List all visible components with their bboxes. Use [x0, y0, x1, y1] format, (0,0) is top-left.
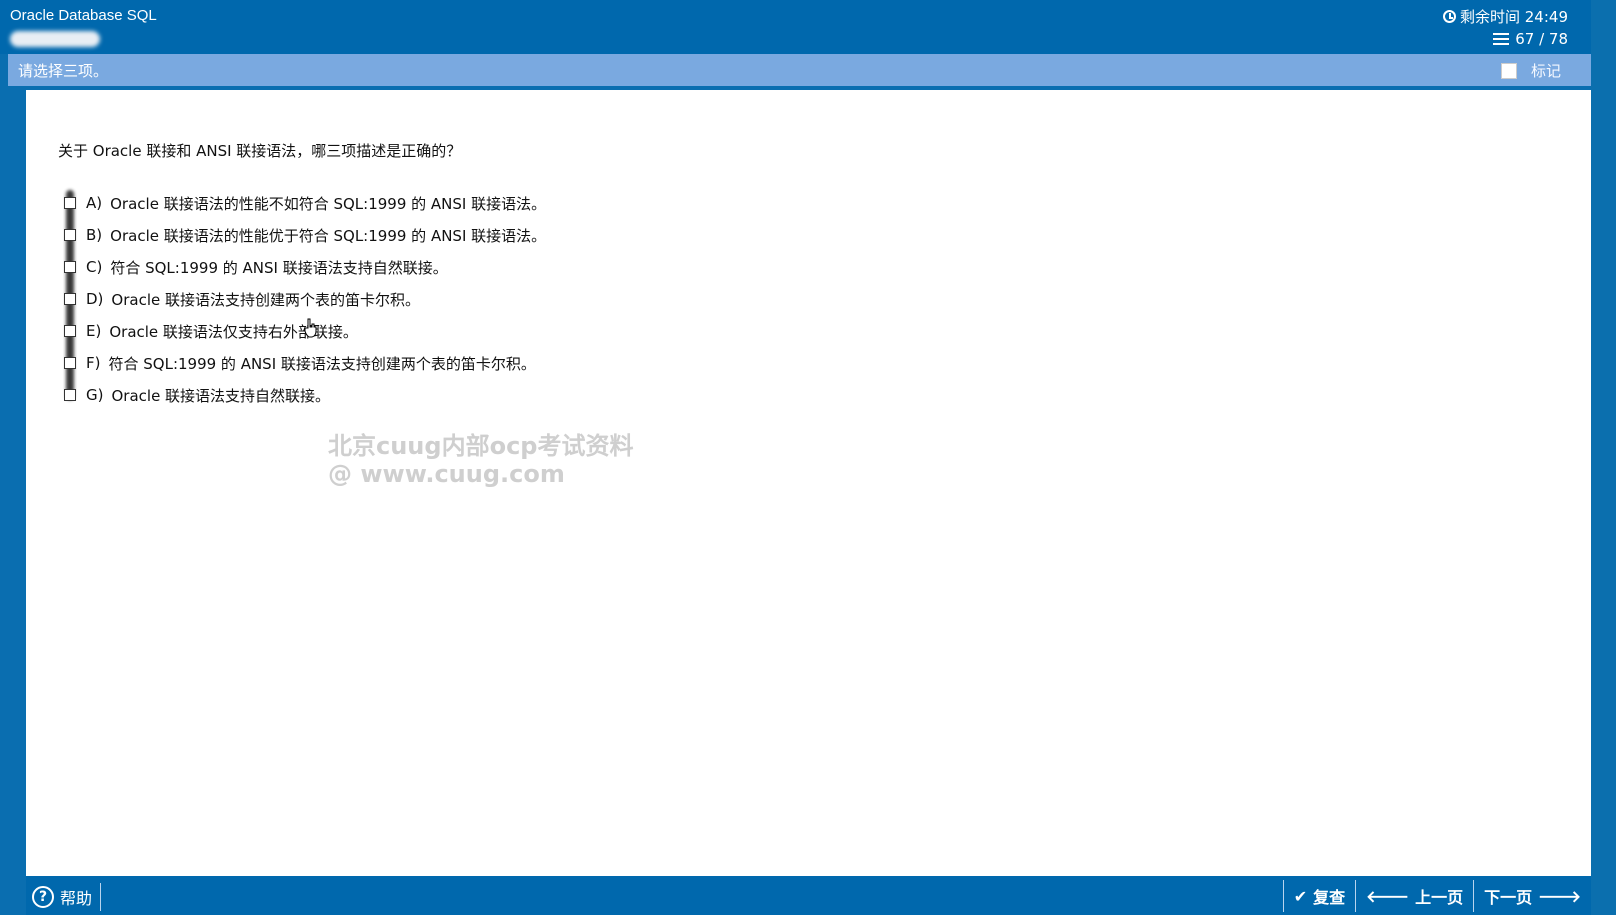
option-checkbox[interactable] — [64, 261, 76, 273]
progress-label: 67 / 78 — [1515, 30, 1568, 48]
instruction-bar: 请选择三项。 标记 — [8, 54, 1591, 86]
review-label: 复查 — [1313, 888, 1346, 907]
option-text: Oracle 联接语法的性能优于符合 SQL:1999 的 ANSI 联接语法。 — [110, 226, 547, 245]
option-text: Oracle 联接语法支持自然联接。 — [111, 386, 331, 405]
watermark: 北京cuug内部ocp考试资料 @ www.cuug.com — [328, 432, 633, 488]
watermark-line1: 北京cuug内部ocp考试资料 — [328, 432, 634, 460]
help-button[interactable]: ? 帮助 — [32, 883, 102, 911]
question-text: 关于 Oracle 联接和 ANSI 联接语法，哪三项描述是正确的？ — [58, 142, 462, 160]
option-letter: B) — [86, 226, 103, 244]
arrow-left-icon: 🡐 — [1366, 887, 1410, 906]
title-bar: Oracle Database SQL 剩余时间 24:49 67 / 78 — [0, 0, 1616, 54]
prev-label: 上一页 — [1415, 888, 1464, 907]
prev-button[interactable]: 🡐 上一页 — [1355, 880, 1473, 912]
next-label: 下一页 — [1484, 888, 1533, 907]
mark-checkbox[interactable] — [1500, 62, 1517, 79]
options-list: A) Oracle 联接语法的性能不如符合 SQL:1999 的 ANSI 联接… — [64, 187, 546, 411]
help-icon: ? — [32, 886, 54, 908]
option-checkbox[interactable] — [64, 293, 76, 305]
clock-icon — [1443, 10, 1456, 23]
nav-buttons: ✔ 复查 🡐 上一页 下一页 🡒 — [1282, 880, 1591, 912]
next-button[interactable]: 下一页 🡒 — [1473, 880, 1591, 912]
option-f[interactable]: F) 符合 SQL:1999 的 ANSI 联接语法支持创建两个表的笛卡尔积。 — [64, 347, 546, 379]
list-icon — [1493, 33, 1510, 45]
window-edge — [1591, 0, 1616, 915]
option-checkbox[interactable] — [64, 229, 76, 241]
option-letter: C) — [86, 258, 103, 276]
question-progress: 67 / 78 — [1493, 30, 1568, 48]
help-label: 帮助 — [60, 889, 93, 908]
question-panel: 关于 Oracle 联接和 ANSI 联接语法，哪三项描述是正确的？ A) Or… — [26, 90, 1591, 876]
option-letter: A) — [86, 194, 103, 212]
timer: 剩余时间 24:49 — [1443, 6, 1568, 27]
option-c[interactable]: C) 符合 SQL:1999 的 ANSI 联接语法支持自然联接。 — [64, 251, 546, 283]
option-b[interactable]: B) Oracle 联接语法的性能优于符合 SQL:1999 的 ANSI 联接… — [64, 219, 546, 251]
mark-label: 标记 — [1530, 62, 1561, 80]
option-checkbox[interactable] — [64, 325, 76, 337]
option-letter: F) — [86, 354, 101, 372]
option-d[interactable]: D) Oracle 联接语法支持创建两个表的笛卡尔积。 — [64, 283, 546, 315]
bottom-toolbar: ? 帮助 ✔ 复查 🡐 上一页 下一页 🡒 — [26, 876, 1591, 915]
option-checkbox[interactable] — [64, 389, 76, 401]
option-text: Oracle 联接语法的性能不如符合 SQL:1999 的 ANSI 联接语法。 — [110, 194, 547, 213]
review-button[interactable]: ✔ 复查 — [1282, 880, 1355, 912]
option-text: Oracle 联接语法支持创建两个表的笛卡尔积。 — [111, 290, 420, 309]
option-g[interactable]: G) Oracle 联接语法支持自然联接。 — [64, 379, 546, 411]
option-text: 符合 SQL:1999 的 ANSI 联接语法支持创建两个表的笛卡尔积。 — [108, 354, 536, 373]
redacted-candidate-name — [10, 31, 100, 47]
option-checkbox[interactable] — [64, 357, 76, 369]
option-text: Oracle 联接语法仅支持右外部联接。 — [109, 322, 358, 341]
check-icon: ✔ — [1293, 886, 1308, 906]
arrow-right-icon: 🡒 — [1538, 887, 1581, 906]
option-text: 符合 SQL:1999 的 ANSI 联接语法支持自然联接。 — [110, 258, 448, 277]
option-letter: D) — [86, 290, 104, 308]
watermark-line2: @ www.cuug.com — [328, 460, 565, 488]
hand-cursor-icon — [304, 318, 317, 338]
instruction-text: 请选择三项。 — [18, 62, 109, 80]
timer-label: 剩余时间 24:49 — [1460, 8, 1568, 26]
option-letter: G) — [86, 386, 104, 404]
option-letter: E) — [86, 322, 102, 340]
option-checkbox[interactable] — [64, 197, 76, 209]
app-title: Oracle Database SQL — [10, 7, 157, 24]
mark-control[interactable]: 标记 — [1500, 60, 1561, 81]
option-a[interactable]: A) Oracle 联接语法的性能不如符合 SQL:1999 的 ANSI 联接… — [64, 187, 546, 219]
